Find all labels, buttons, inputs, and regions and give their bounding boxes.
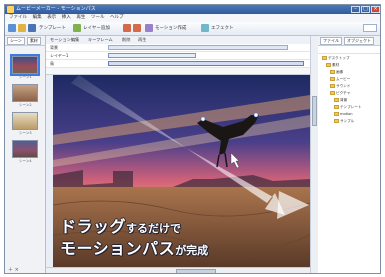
keyframe-handle[interactable] <box>200 116 206 122</box>
menu-view[interactable]: 表示 <box>47 14 56 22</box>
keyframe-button[interactable]: キーフレーム <box>88 36 113 44</box>
minimize-button[interactable]: – <box>351 6 360 13</box>
panel-toolbar <box>318 46 380 54</box>
folder-icon <box>334 98 339 102</box>
template-button[interactable]: テンプレート <box>39 24 66 33</box>
horizontal-scrollbar[interactable] <box>46 267 310 273</box>
file-browser-panel: ファイル オブジェクト デスクトップ 素材 画像 ムービー サウンド ピクチャ 背… <box>318 36 380 273</box>
folder-icon <box>334 105 339 109</box>
tab-scenes[interactable]: シーン <box>7 37 25 45</box>
window-title: ムービーメーカー - モーションパス <box>16 6 96 12</box>
app-icon <box>7 6 14 13</box>
tab-materials[interactable]: 素材 <box>26 37 41 45</box>
scrollbar-thumb[interactable] <box>176 269 216 273</box>
delete-scene-icon[interactable]: × <box>15 267 19 273</box>
open-icon[interactable] <box>18 24 26 32</box>
save-icon[interactable] <box>28 24 36 32</box>
timeline-row[interactable]: 鳥 <box>46 60 310 68</box>
tab-files[interactable]: ファイル <box>320 37 342 45</box>
scene-thumbnail-2[interactable] <box>12 84 38 102</box>
scene-thumbnail-1[interactable] <box>10 54 40 76</box>
effect-button[interactable]: エフェクト <box>211 24 234 33</box>
tab-objects[interactable]: オブジェクト <box>344 37 374 45</box>
play-button[interactable]: 再生 <box>138 36 146 44</box>
main-toolbar: テンプレート レイヤー追加 モーション作成 エフェクト <box>5 22 380 36</box>
scene-thumbnail-3[interactable] <box>12 112 38 130</box>
layer-name: レイヤー1 <box>50 53 69 58</box>
tree-item[interactable]: 背景 <box>334 97 347 103</box>
folder-icon <box>322 56 327 60</box>
folder-icon <box>330 70 335 74</box>
canvas-stage[interactable]: ドラッグするだけで モーションパスが完成 <box>53 75 310 267</box>
new-icon[interactable] <box>8 24 16 32</box>
caption-line-2: モーションパスが完成 <box>60 239 209 258</box>
timeline: 背景 レイヤー1 鳥 <box>46 44 310 69</box>
app-window: ムービーメーカー - モーションパス – □ × ファイル 編集 表示 挿入 再… <box>4 4 381 274</box>
layer-name: 鳥 <box>50 61 54 66</box>
canvas-ruler <box>46 68 310 75</box>
scene-label: シーン2 <box>19 103 32 107</box>
timeline-clip[interactable] <box>108 45 288 50</box>
menu-insert[interactable]: 挿入 <box>62 14 71 22</box>
timeline-row[interactable]: レイヤー1 <box>46 52 310 60</box>
scene-label: シーン3 <box>19 131 32 135</box>
folder-icon <box>330 84 335 88</box>
folder-icon <box>334 119 339 123</box>
tree-item[interactable]: デスクトップ <box>322 55 350 61</box>
scrollbar-thumb[interactable] <box>312 96 317 126</box>
scene-label: シーン1 <box>19 75 32 79</box>
timeline-clip[interactable] <box>108 61 304 66</box>
menu-tools[interactable]: ツール <box>91 14 105 22</box>
keyframe-handle[interactable] <box>253 112 259 118</box>
add-layer-icon[interactable] <box>73 24 81 32</box>
maximize-button[interactable]: □ <box>361 6 370 13</box>
menu-edit[interactable]: 編集 <box>33 14 42 22</box>
tree-item[interactable]: ムービー <box>330 76 350 82</box>
motion-create-button[interactable]: モーション作成 <box>155 24 186 33</box>
search-input[interactable] <box>363 24 377 32</box>
timeline-row[interactable]: 背景 <box>46 44 310 52</box>
tree-item[interactable]: テンプレート <box>334 104 361 110</box>
menu-file[interactable]: ファイル <box>9 14 27 22</box>
delete-button[interactable]: 削除 <box>122 36 130 44</box>
effect-icon[interactable] <box>201 24 209 32</box>
tree-item[interactable]: motion <box>334 111 353 117</box>
folder-icon <box>330 91 335 95</box>
folder-icon <box>334 112 339 116</box>
scene-label: シーン4 <box>19 159 32 163</box>
caption-line-1: ドラッグするだけで <box>60 217 182 236</box>
menu-help[interactable]: ヘルプ <box>110 14 124 22</box>
scene-thumbnail-4[interactable] <box>12 140 38 158</box>
undo-icon[interactable] <box>123 24 131 32</box>
tree-item[interactable]: 素材 <box>326 62 339 68</box>
layer-name: 背景 <box>50 45 58 50</box>
title-bar: ムービーメーカー - モーションパス – □ × <box>5 5 380 14</box>
close-button[interactable]: × <box>371 6 380 13</box>
tree-item[interactable]: サンプル <box>334 118 354 124</box>
zoom-icon[interactable] <box>145 24 153 32</box>
add-layer-button[interactable]: レイヤー追加 <box>83 24 110 33</box>
panel-tabs: ファイル オブジェクト <box>318 36 380 46</box>
thumbnail-tabs: シーン 素材 <box>5 36 45 46</box>
add-scene-icon[interactable]: ＋ <box>8 267 13 273</box>
scene-thumbnail-panel: シーン 素材 シーン1 シーン2 シーン3 シーン4 ＋ × <box>5 36 46 273</box>
thumbnail-actions: ＋ × <box>8 266 19 273</box>
menu-play[interactable]: 再生 <box>76 14 85 22</box>
tree-item[interactable]: ピクチャ <box>330 90 350 96</box>
folder-icon <box>330 77 335 81</box>
timeline-clip[interactable] <box>108 53 196 58</box>
folder-icon <box>326 63 331 67</box>
redo-icon[interactable] <box>133 24 141 32</box>
motion-edit-button[interactable]: モーション編集 <box>50 36 79 44</box>
tree-item[interactable]: 画像 <box>330 69 343 75</box>
tree-item[interactable]: サウンド <box>330 83 350 89</box>
